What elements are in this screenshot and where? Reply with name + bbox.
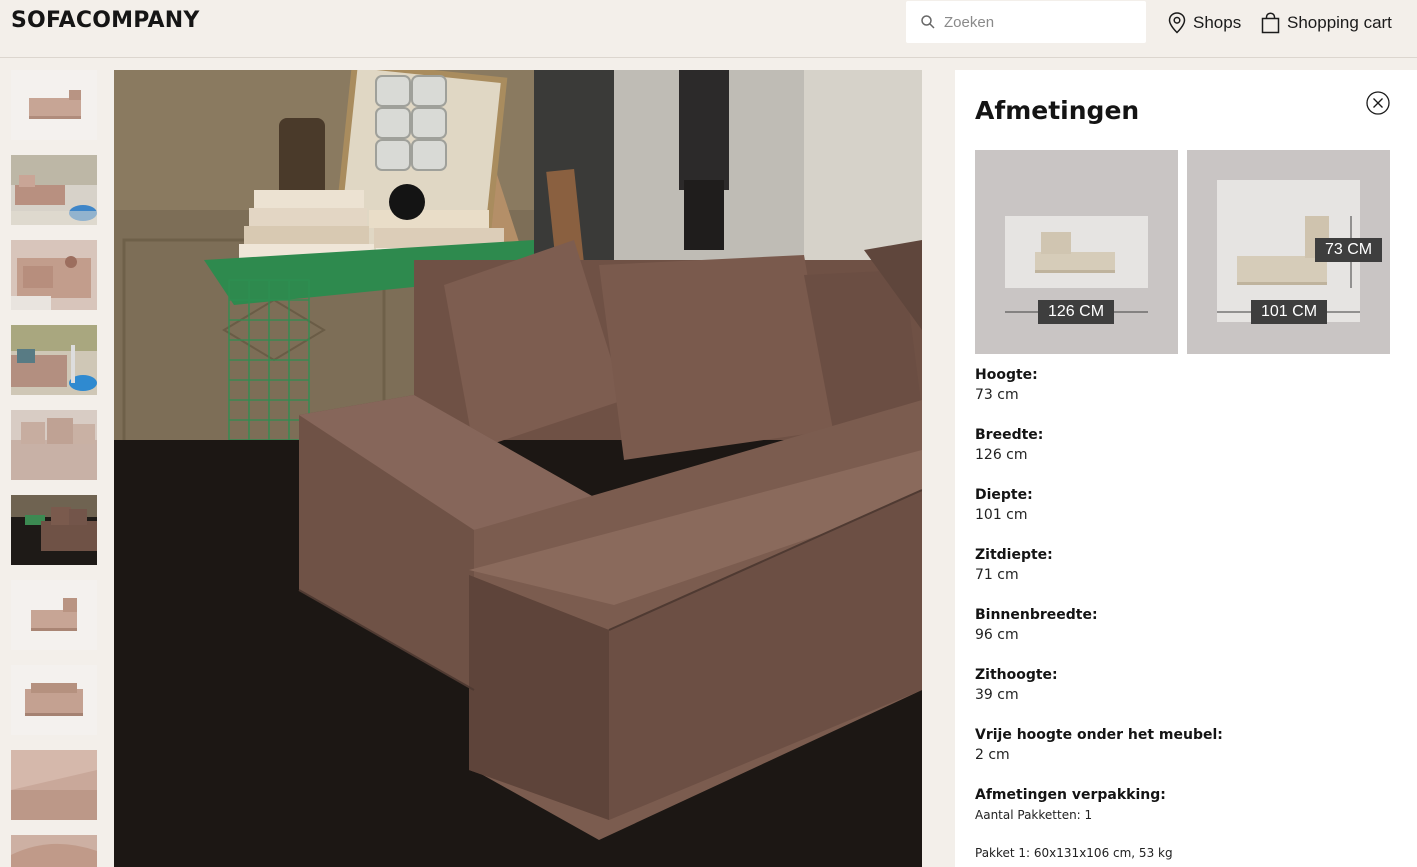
spec-label: Zitdiepte: xyxy=(975,547,1053,563)
thumbnail[interactable] xyxy=(11,665,97,735)
spec-label: Breedte: xyxy=(975,427,1044,443)
spec-width: Breedte: 126 cm xyxy=(975,426,1395,464)
thumbnail[interactable] xyxy=(11,750,97,820)
cart-link[interactable]: Shopping cart xyxy=(1261,10,1392,36)
spec-label: Binnenbreedte: xyxy=(975,607,1098,623)
shops-label: Shops xyxy=(1193,13,1242,32)
spec-inner-width: Binnenbreedte: 96 cm xyxy=(975,606,1395,644)
spec-packaging: Afmetingen verpakking: Aantal Pakketten:… xyxy=(975,786,1395,861)
thumbnail[interactable] xyxy=(11,835,97,867)
thumbnail[interactable] xyxy=(11,410,97,480)
dimensions-panel: Afmetingen 126 CM 73 CM 101 CM Hoogte: 7… xyxy=(955,70,1417,867)
thumbnail[interactable] xyxy=(11,240,97,310)
search-input[interactable] xyxy=(944,1,1140,43)
search-icon xyxy=(921,15,935,29)
front-dimension-diagram: 126 CM xyxy=(975,150,1178,354)
spec-height: Hoogte: 73 cm xyxy=(975,366,1395,404)
spec-label: Hoogte: xyxy=(975,367,1038,383)
search-box[interactable] xyxy=(906,1,1146,43)
spec-value: 71 cm xyxy=(975,567,1019,583)
thumbnail[interactable] xyxy=(11,495,97,565)
main-product-image[interactable] xyxy=(114,70,922,867)
side-height-label: 73 CM xyxy=(1315,238,1383,262)
panel-title: Afmetingen xyxy=(975,96,1140,125)
spec-floor-clearance: Vrije hoogte onder het meubel: 2 cm xyxy=(975,726,1395,764)
front-width-label: 126 CM xyxy=(1038,300,1115,324)
spec-seat-height: Zithoogte: 39 cm xyxy=(975,666,1395,704)
side-dimension-diagram: 73 CM 101 CM xyxy=(1187,150,1390,354)
spec-label: Diepte: xyxy=(975,487,1033,503)
spec-value: 96 cm xyxy=(975,627,1019,643)
shops-link[interactable]: Shops xyxy=(1168,10,1241,36)
spec-value: 101 cm xyxy=(975,507,1028,523)
packages-count: Aantal Pakketten: 1 xyxy=(975,808,1093,822)
spec-value: 39 cm xyxy=(975,687,1019,703)
spec-value: 73 cm xyxy=(975,387,1019,403)
spec-label: Zithoogte: xyxy=(975,667,1058,683)
spec-label: Vrije hoogte onder het meubel: xyxy=(975,727,1223,743)
spec-value: 126 cm xyxy=(975,447,1028,463)
package-1-dimensions: Pakket 1: 60x131x106 cm, 53 kg xyxy=(975,846,1173,860)
spec-seat-depth: Zitdiepte: 71 cm xyxy=(975,546,1395,584)
thumbnail-strip xyxy=(11,70,97,867)
spec-depth: Diepte: 101 cm xyxy=(975,486,1395,524)
thumbnail[interactable] xyxy=(11,70,97,140)
spec-value: 2 cm xyxy=(975,747,1010,763)
site-header: SOFACOMPANY Shops Shopping cart xyxy=(0,0,1417,58)
cart-label: Shopping cart xyxy=(1287,13,1392,32)
thumbnail[interactable] xyxy=(11,155,97,225)
location-pin-icon xyxy=(1168,12,1186,34)
logo[interactable]: SOFACOMPANY xyxy=(11,8,200,33)
close-icon[interactable] xyxy=(1366,91,1390,115)
shopping-bag-icon xyxy=(1261,12,1280,34)
thumbnail[interactable] xyxy=(11,325,97,395)
thumbnail[interactable] xyxy=(11,580,97,650)
side-depth-label: 101 CM xyxy=(1251,300,1328,324)
spec-label: Afmetingen verpakking: xyxy=(975,787,1166,803)
